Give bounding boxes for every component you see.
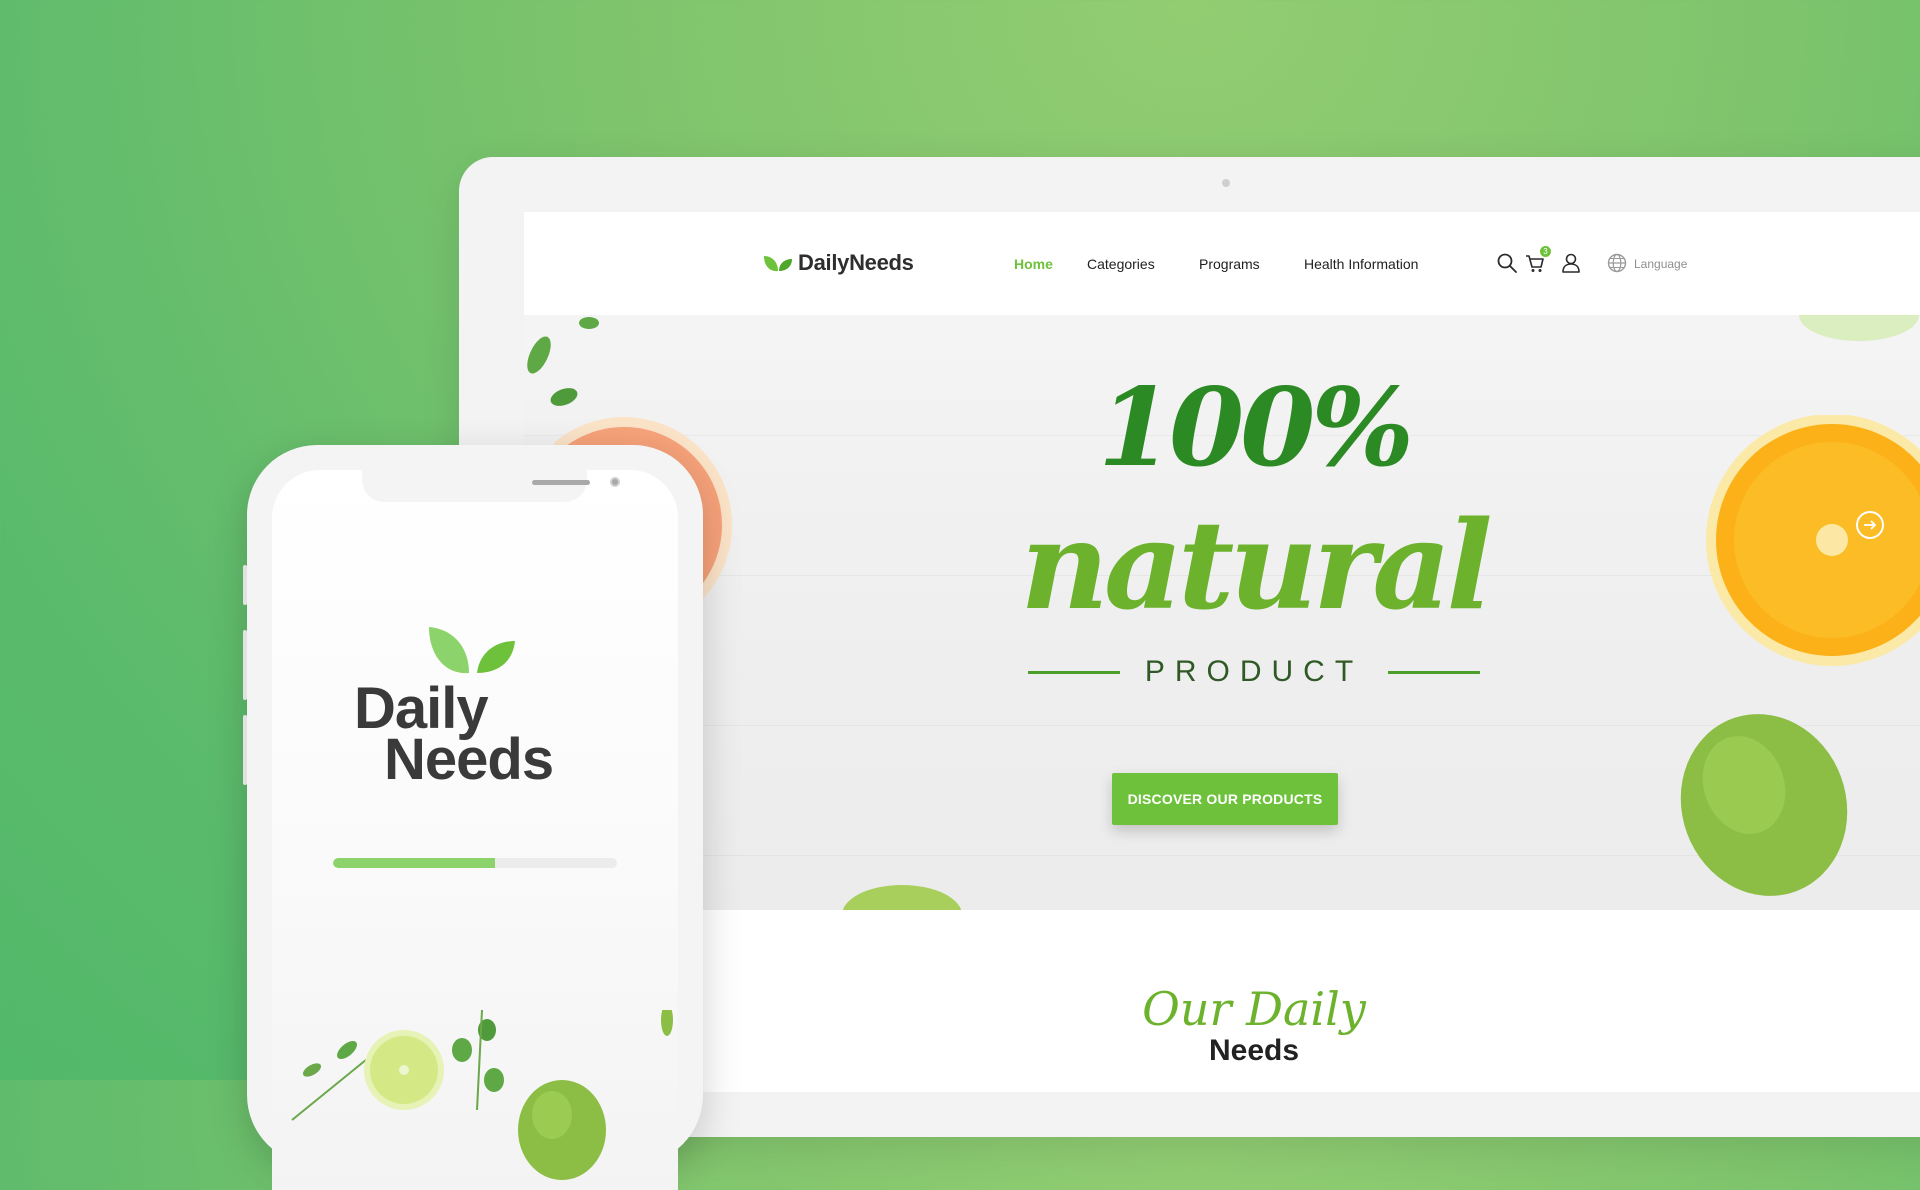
site-logo[interactable]: DailyNeeds [762,250,914,276]
phone-volume-button [243,630,247,700]
splash-logo-needs: Needs [384,727,554,792]
loading-progress-bar [333,858,617,868]
cart-count-badge: 3 [1540,246,1551,257]
phone-volume-button [243,715,247,785]
decorative-line-right [1387,670,1480,674]
fruit-decoration-image [291,1010,673,1180]
phone-speaker [532,480,590,485]
mobile-splash-screen: Daily Needs [272,470,678,1190]
hero-banner: 100% natural PRODUCT DISCOVER OUR PRODUC… [524,315,1920,910]
user-icon[interactable] [1560,252,1582,274]
section-title-bold: Needs [1208,1034,1300,1067]
laptop-camera [1222,179,1230,187]
nav-item-home[interactable]: Home [1014,256,1053,272]
phone-volume-button [243,565,247,605]
headline-100-percent: 100% [1097,365,1414,491]
loading-progress-fill [333,858,495,868]
top-navigation: DailyNeeds Home Categories Programs Heal… [524,212,1920,315]
lime-image [842,885,962,910]
nav-item-categories[interactable]: Categories [1087,256,1155,272]
logo-text: DailyNeeds [798,250,914,275]
decorative-line-left [1028,670,1121,674]
nav-item-health-information[interactable]: Health Information [1304,256,1418,272]
globe-icon[interactable] [1606,252,1628,274]
discover-products-button[interactable]: DISCOVER OUR PRODUCTS [1112,773,1338,825]
language-selector[interactable]: Language [1634,257,1687,271]
headline-natural: natural [1020,493,1492,637]
phone-mockup: Daily Needs [243,445,703,1190]
search-icon[interactable] [1496,252,1518,274]
arrow-right-icon [1864,520,1877,530]
phone-front-camera [610,477,620,487]
desktop-website: DailyNeeds Home Categories Programs Heal… [524,212,1920,1092]
lime-image [1680,714,1848,896]
leaf-logo-icon [764,256,792,272]
arrow-right-circle-icon[interactable] [1856,511,1884,539]
headline-product: PRODUCT [1144,655,1364,688]
nav-item-programs[interactable]: Programs [1199,256,1260,272]
headline-product-row: PRODUCT [524,655,1920,689]
section-title-script: Our Daily [1142,982,1366,1036]
phone-notch [362,470,620,502]
